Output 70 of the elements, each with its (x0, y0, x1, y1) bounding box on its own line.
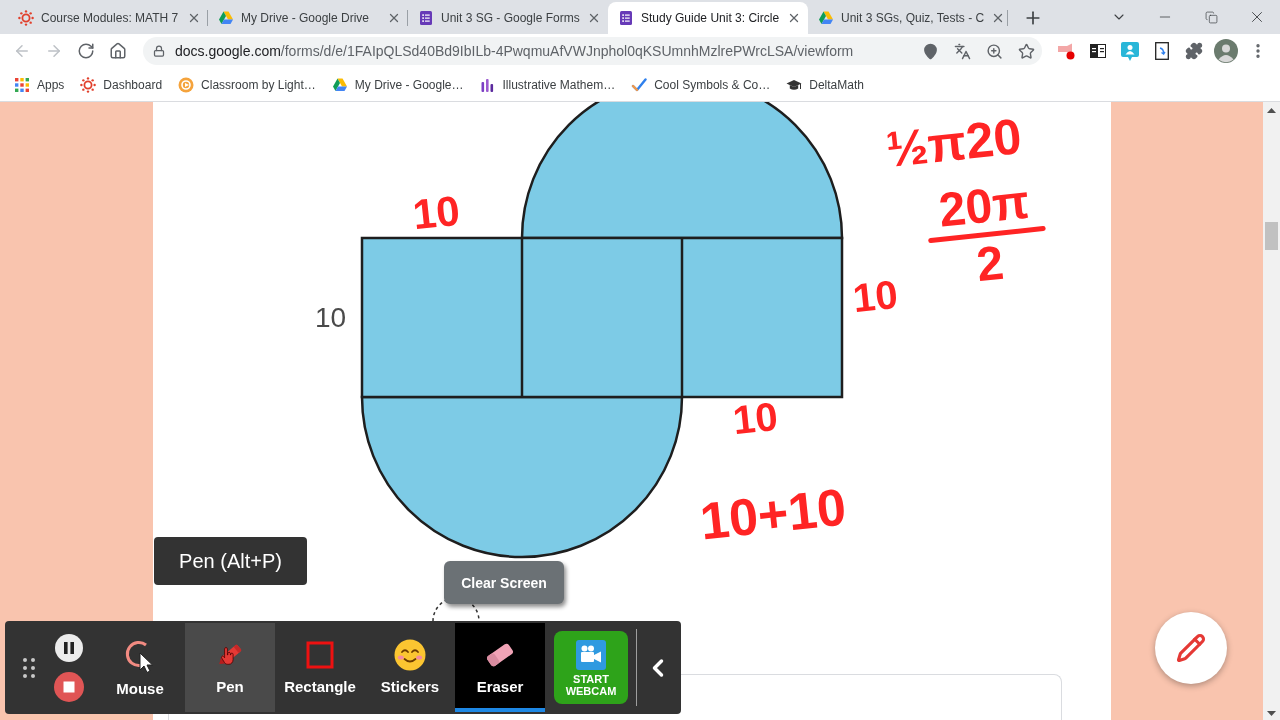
square-outline-icon (304, 639, 336, 671)
hand-cursor-icon (220, 646, 236, 666)
address-field[interactable]: docs.google.com/forms/d/e/1FAIpQLSd40Bd9IbILb-4PwqmuAfVWJnphol0qKSUmnhMzlrePWrcLSA/viewform (143, 37, 1042, 65)
tick-icon (631, 76, 648, 93)
wheel-logo-icon (80, 76, 97, 93)
pencil-icon (1176, 633, 1206, 663)
drag-handle-icon[interactable] (22, 657, 35, 678)
home-icon[interactable] (109, 42, 127, 60)
location-pin-icon[interactable] (921, 42, 939, 60)
record-icon[interactable] (1056, 42, 1076, 60)
puzzle-icon[interactable] (1185, 42, 1203, 60)
close-tab-icon[interactable] (587, 11, 601, 25)
pause-icon[interactable] (55, 633, 83, 662)
triangle-logo-icon (218, 10, 234, 26)
tool-button[interactable]: Eraser (455, 623, 545, 712)
translate-icon[interactable] (953, 42, 971, 60)
scroll-up-icon[interactable] (1267, 108, 1276, 113)
form-doc-icon (618, 10, 634, 26)
browser-tab[interactable]: My Drive - Google Drive (208, 2, 408, 34)
close-tab-icon[interactable] (387, 11, 401, 25)
handwritten-note: 10 (851, 273, 900, 319)
scrollbar[interactable] (1263, 102, 1280, 720)
scroll-down-icon[interactable] (1267, 711, 1276, 716)
bookmark[interactable]: DeltaMath (778, 70, 872, 99)
restore-icon[interactable] (1204, 10, 1218, 24)
ring-logo-icon (178, 76, 195, 93)
clear-screen-button[interactable]: Clear Screen (444, 561, 564, 604)
close-tab-icon[interactable] (787, 11, 801, 25)
tool-button[interactable]: Mouse (95, 623, 185, 712)
triangle-logo-icon (331, 76, 348, 93)
avatar-icon[interactable] (1214, 39, 1238, 63)
tool-button[interactable]: Pen (185, 623, 275, 712)
handwritten-note: 10+10 (697, 480, 849, 548)
browser-tab[interactable]: Course Modules: MATH 7 (8, 2, 208, 34)
handwritten-note: 10 (410, 189, 462, 237)
smiley-icon (394, 639, 426, 671)
document-icon[interactable] (1155, 42, 1169, 60)
tooltip: Pen (Alt+P) (154, 537, 307, 585)
video-camera-icon (576, 640, 606, 670)
book-icon[interactable] (1090, 44, 1106, 58)
star-icon[interactable] (1017, 42, 1035, 60)
browser-tab[interactable]: Study Guide Unit 3: Circle (608, 2, 808, 34)
handwritten-note: 10 (731, 395, 780, 441)
bookmark[interactable]: My Drive - Google… (323, 70, 472, 99)
form-doc-icon (418, 10, 434, 26)
zoom-icon[interactable] (985, 42, 1003, 60)
lock-icon (153, 45, 165, 57)
bookmark[interactable]: Apps (6, 70, 73, 99)
handwritten-note: ½π20 (883, 111, 1024, 175)
browser-tab[interactable]: Unit 3 SGs, Quiz, Tests - C (808, 2, 1008, 34)
triangle-logo-icon (818, 10, 834, 26)
side-length-label: 10 (315, 302, 347, 334)
url-text: docs.google.com/forms/d/e/1FAIpQLSd40Bd9IbILb-4PwqmuAfVWJnphol0qKSUmnhMzlrePWrcLSA/viewform (175, 43, 855, 59)
bookmark[interactable]: Classroom by Light… (170, 70, 324, 99)
wheel-logo-icon (18, 10, 34, 26)
browser-tab[interactable]: Unit 3 SG - Google Forms (408, 2, 608, 34)
stop-icon[interactable] (54, 671, 84, 702)
tool-button[interactable]: Stickers (365, 623, 455, 712)
bookmark[interactable]: Illustrative Mathem… (471, 70, 624, 99)
tool-button[interactable]: Rectangle (275, 623, 365, 712)
apps-grid-icon (14, 76, 30, 93)
handwritten-denominator: 2 (974, 238, 1006, 290)
bookmark[interactable]: Dashboard (72, 70, 171, 99)
scrollbar-thumb[interactable] (1265, 222, 1278, 250)
bookmark[interactable]: Cool Symbols & Co… (623, 70, 779, 99)
floating-pen-button[interactable] (1155, 612, 1227, 684)
reload-icon[interactable] (77, 42, 95, 60)
bars-logo-icon (479, 76, 496, 93)
close-tab-icon[interactable] (187, 11, 201, 25)
handwritten-numerator: 20π (936, 177, 1032, 235)
